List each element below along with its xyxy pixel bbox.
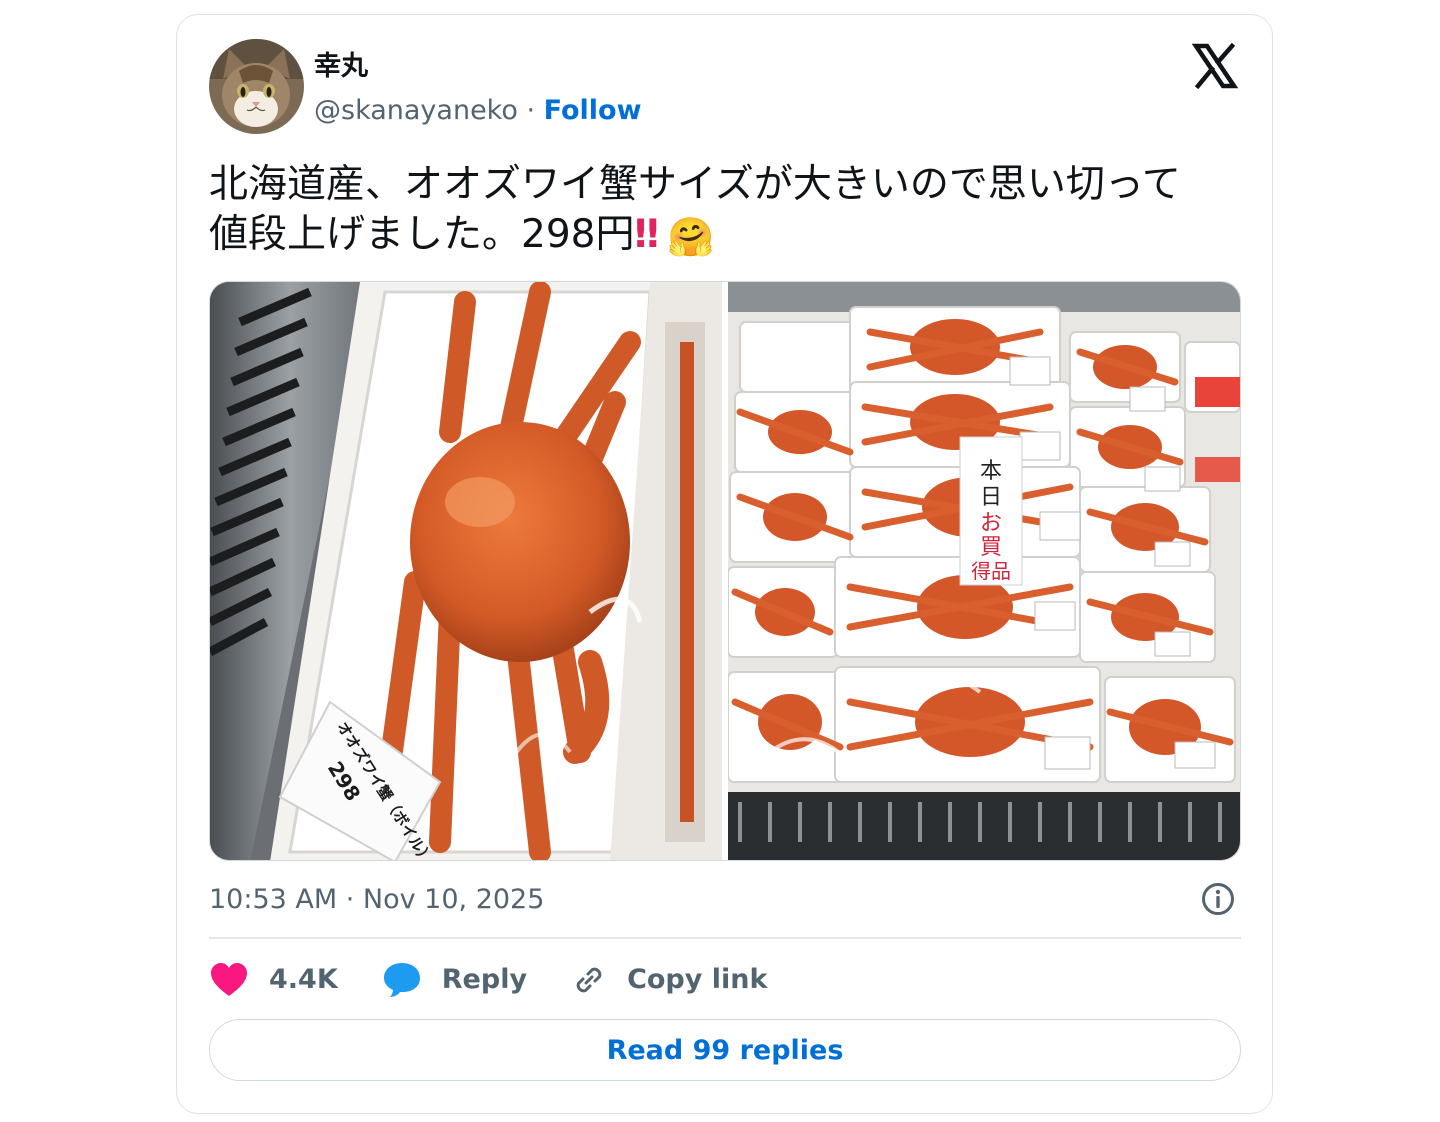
sign-char-2: 日: [980, 485, 1002, 510]
copy-link-button[interactable]: Copy link: [571, 961, 767, 999]
user-handle[interactable]: @skanayaneko: [314, 95, 518, 126]
tweet-text-line-2-body: 値段上げました。298円: [209, 212, 635, 257]
cat-avatar[interactable]: [209, 39, 304, 134]
reply-bubble-icon: [383, 963, 420, 997]
tweet-timestamp[interactable]: 10:53 AM · Nov 10, 2025: [209, 881, 544, 919]
sign-char-1: 本: [980, 459, 1002, 484]
tweet-embed-card: 幸丸 @skanayaneko · Follow 北海道産、オオズワイ蟹サイズが…: [176, 14, 1273, 1114]
reply-label: Reply: [441, 964, 528, 995]
like-button[interactable]: 4.4K: [209, 961, 338, 999]
hugging-face-emoji: 🤗: [667, 215, 715, 259]
sign-char-4: 買: [980, 535, 1002, 560]
handle-line: @skanayaneko · Follow: [314, 92, 642, 130]
link-icon: [576, 967, 602, 993]
tweet-actions: 4.4K Reply Copy link: [209, 960, 811, 1000]
handle-separator: ·: [517, 95, 544, 126]
sign-char-5: 得品: [971, 559, 1011, 583]
cat-avatar-icon: [209, 39, 304, 134]
tweet-text-line-1: 北海道産、オオズワイ蟹サイズが大きいので思い切って: [209, 162, 1181, 207]
x-logo-icon[interactable]: [1192, 43, 1238, 89]
photo-crab-package: オオズワイ蟹（ボイル） 298: [210, 282, 722, 860]
tweet-media[interactable]: オオズワイ蟹（ボイル） 298 本 日 お 買 得品: [209, 281, 1241, 861]
info-icon[interactable]: [1200, 881, 1236, 917]
reply-button[interactable]: Reply: [382, 961, 527, 999]
heart-icon: [211, 963, 247, 996]
photo-crab-display-case: 本 日 お 買 得品: [728, 282, 1240, 860]
sign-char-3: お: [980, 511, 1002, 536]
tweet-text-line-2: 値段上げました。298円‼ 🤗: [209, 210, 1239, 262]
divider: [209, 937, 1241, 939]
copy-link-label: Copy link: [627, 964, 768, 995]
double-exclamation-emoji: ‼: [634, 212, 659, 257]
display-name[interactable]: 幸丸: [314, 49, 368, 85]
tweet-text: 北海道産、オオズワイ蟹サイズが大きいので思い切って 値段上げました。298円‼ …: [209, 160, 1239, 262]
read-replies-button[interactable]: Read 99 replies: [209, 1019, 1241, 1081]
follow-button[interactable]: Follow: [544, 95, 642, 126]
tweet-photos: オオズワイ蟹（ボイル） 298 本 日 お 買 得品: [210, 282, 1240, 860]
likes-count: 4.4K: [269, 964, 338, 995]
